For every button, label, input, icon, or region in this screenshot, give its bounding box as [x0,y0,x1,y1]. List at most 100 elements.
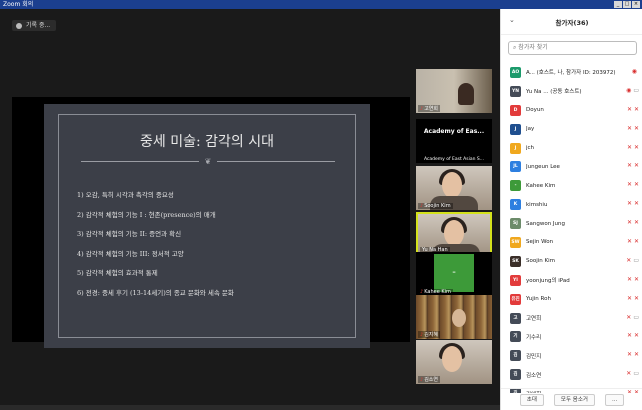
mute-all-button[interactable]: 모두 음소거 [553,393,595,406]
mic-muted-icon: ♪ [420,106,424,112]
participant-row[interactable]: 유진 Yujin Roh ✕ ✕ [501,290,642,309]
camera-status-icon[interactable]: ✕ [634,200,639,207]
participant-row[interactable]: Kkimshiu ✕ ✕ [501,195,642,214]
participant-name: kimshiu [526,201,548,208]
camera-status-icon[interactable]: ✕ [634,219,639,226]
participant-status-icons: ✕ ✕ [627,162,639,169]
active-speaker-thumbnail[interactable]: Yu Na Han [416,212,492,256]
camera-status-icon[interactable]: ▭ [633,370,639,377]
participant-row[interactable]: 고 고연희 ✕ ▭ [501,309,642,328]
participant-row[interactable]: J Jay ✕ ✕ [501,120,642,139]
mic-status-icon[interactable]: ✕ [627,162,632,169]
mic-status-icon[interactable]: ✕ [627,295,632,302]
video-thumbnail[interactable]: ♪고연희 [416,69,492,113]
participant-row[interactable]: 김 김소연 ✕ ▭ [501,365,642,384]
invite-button[interactable]: 초대 [519,393,544,406]
participant-name: 김민지 [526,353,542,360]
participant-avatar: 고 [510,312,521,324]
mic-status-icon[interactable]: ✕ [626,370,631,377]
window-title: Zoom 회의 [3,1,34,8]
participant-row[interactable]: Jjch ✕ ✕ [501,139,642,158]
participant-status-icons: ✕ ▭ [626,314,639,321]
participant-status-icons: ✕ ✕ [627,181,639,188]
slide-item: 1) 오감, 특히 시각과 촉각의 중요성 [77,191,174,199]
participant-face [452,309,466,327]
mic-muted-icon: ♪ [420,203,424,209]
mic-status-icon[interactable]: ✕ [627,181,632,188]
slide-bullet-list: 1) 오감, 특히 시각과 촉각의 중요성 2) 감각적 체험의 기능 I : … [77,189,234,306]
participant-status-icons: ✕ ✕ [627,351,639,358]
participant-search-input[interactable]: ⌕ 참가자 찾기 [508,41,637,55]
camera-status-icon[interactable]: ✕ [634,276,639,283]
mic-status-icon[interactable]: ✕ [627,106,632,113]
camera-status-icon[interactable]: ✕ [634,144,639,151]
video-thumbnail[interactable]: ♪김지혜 [416,295,492,339]
mic-status-icon[interactable]: ✕ [626,257,631,264]
search-placeholder: 참가자 찾기 [518,44,548,51]
horizontal-scrollbar[interactable] [0,405,500,410]
camera-status-icon[interactable]: ✕ [634,351,639,358]
recording-indicator[interactable]: 기록 중... [12,20,57,31]
mic-status-icon[interactable]: ✕ [627,276,632,283]
participant-row[interactable]: YI yoonjung의 iPad ✕ ✕ [501,271,642,290]
camera-status-icon[interactable]: ▭ [633,314,639,321]
participant-row[interactable]: JL Jungeun Lee ✕ ✕ [501,157,642,176]
camera-status-icon[interactable]: ▭ [633,257,639,264]
participant-avatar: 기 [510,331,521,343]
participant-row[interactable]: D Doyun ✕ ✕ [501,101,642,120]
camera-status-icon[interactable]: ✕ [634,125,639,132]
mic-status-icon[interactable]: ✕ [627,351,632,358]
mic-status-icon[interactable]: ✕ [627,125,632,132]
participant-row[interactable]: SK Soojin Kim ✕ ▭ [501,252,642,271]
participant-row[interactable]: SJ Sangwon Jung ✕ ✕ [501,214,642,233]
camera-status-icon[interactable]: ✕ [634,295,639,302]
participant-row[interactable]: SW Sejin Won ✕ ✕ [501,233,642,252]
participant-name: jch [526,145,535,151]
camera-status-icon[interactable]: ▭ [633,87,639,94]
video-thumbnail[interactable]: Academy of Eas... Academy of East Asian … [416,119,492,163]
camera-status-icon[interactable]: ✕ [634,238,639,245]
mic-muted-icon: ♪ [420,377,424,383]
camera-status-icon[interactable]: ✕ [634,106,639,113]
participant-status-icons: ✕ ✕ [627,332,639,339]
mic-status-icon[interactable]: ✕ [627,144,632,151]
mic-status-icon[interactable]: ✕ [627,200,632,207]
mic-status-icon[interactable]: ✕ [626,314,631,321]
minimize-button[interactable]: _ [614,1,622,8]
mic-status-icon[interactable]: ✕ [627,332,632,339]
participant-avatar: D [510,104,521,116]
participant-row[interactable]: 기 기수리 ✕ ✕ [501,327,642,346]
participant-status-icons: ◉ [632,68,639,75]
participant-row[interactable]: YN Yu Na ... (공동 호스트) ◉ ▭ [501,82,642,101]
mic-status-icon[interactable]: ◉ [632,68,637,75]
window-controls: _ □ × [614,1,640,8]
recording-label: 기록 중... [26,22,51,29]
participant-avatar: - [510,180,521,192]
close-button[interactable]: × [632,1,640,8]
participant-status-icons: ✕ ✕ [627,144,639,151]
mic-status-icon[interactable]: ✕ [627,238,632,245]
participant-face [444,220,464,246]
maximize-button[interactable]: □ [623,1,631,8]
search-icon: ⌕ [513,44,517,51]
video-thumbnail[interactable]: - ♪Kahee Kim [416,252,492,296]
camera-status-icon[interactable]: ✕ [634,332,639,339]
mic-status-icon[interactable]: ◉ [626,87,631,94]
video-thumbnail[interactable]: ♪Soojin Kim [416,166,492,210]
participant-avatar: SJ [510,218,521,230]
camera-status-icon[interactable]: ✕ [634,181,639,188]
participant-row[interactable]: AO A... (호스트, 나, 참가자 ID: 203972) ◉ [501,63,642,82]
participant-status-icons: ✕ ▭ [626,257,639,264]
thumbnail-label: ♪Soojin Kim [418,203,453,209]
participant-name: 고연희 [526,316,542,323]
participant-row[interactable]: - Kahee Kim ✕ ✕ [501,176,642,195]
participant-avatar: AO [510,66,521,78]
participant-row[interactable]: 김 김민지 ✕ ✕ [501,346,642,365]
mic-status-icon[interactable]: ✕ [627,219,632,226]
participant-face [442,172,462,198]
participant-avatar: 김 [510,350,521,362]
more-button[interactable]: ... [604,393,625,406]
camera-status-icon[interactable]: ✕ [634,162,639,169]
participant-name: Sejin Won [526,239,554,246]
video-thumbnail[interactable]: ♪김소연 [416,340,492,384]
